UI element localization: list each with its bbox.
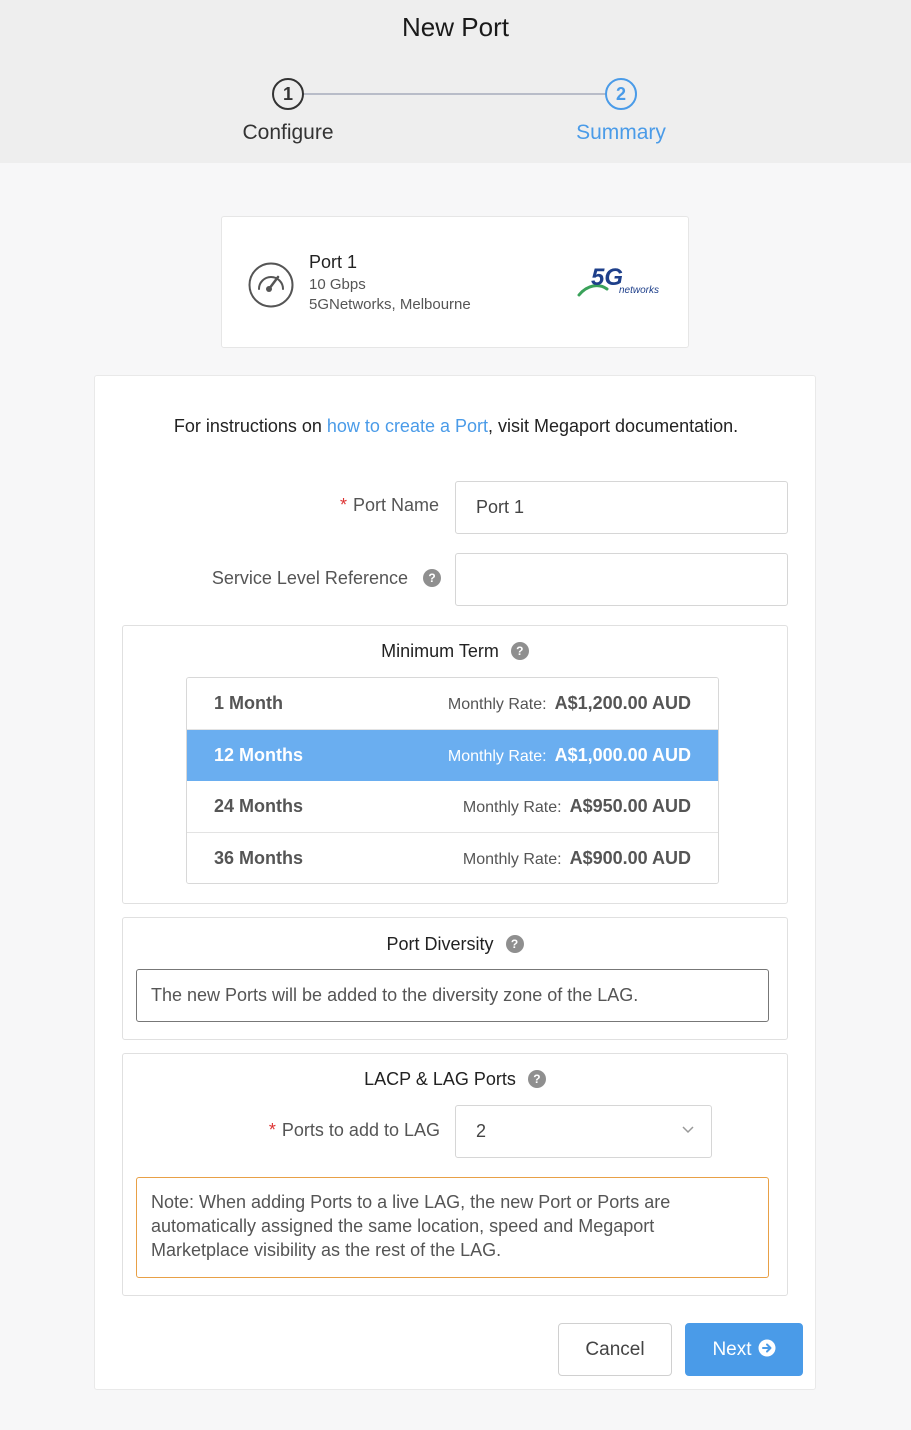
step-2-indicator[interactable]: 2 bbox=[605, 78, 637, 110]
step-1-indicator[interactable]: 1 bbox=[272, 78, 304, 110]
help-icon[interactable]: ? bbox=[423, 569, 441, 587]
port-diversity-title: Port Diversity? bbox=[123, 934, 787, 955]
port-config-form: For instructions on how to create a Port… bbox=[94, 375, 816, 1390]
port-name-input[interactable]: Port 1 bbox=[455, 481, 788, 534]
rate-value: A$900.00 AUD bbox=[569, 847, 691, 868]
diversity-info: The new Ports will be added to the diver… bbox=[136, 969, 769, 1022]
port-diversity-section: Port Diversity? The new Ports will be ad… bbox=[122, 917, 788, 1040]
rate-label: Monthly Rate: bbox=[462, 799, 562, 816]
port-location: 5GNetworks, Melbourne bbox=[309, 296, 471, 313]
page-title: New Port bbox=[402, 12, 509, 42]
required-marker: * bbox=[339, 495, 347, 515]
step-connector bbox=[303, 93, 606, 95]
term-option-1-month[interactable]: 1 Month Monthly Rate: A$1,200.00 AUD bbox=[187, 678, 718, 730]
chevron-down-icon bbox=[682, 1126, 694, 1134]
minimum-term-section: Minimum Term? 1 Month Monthly Rate: A$1,2… bbox=[122, 625, 788, 904]
rate-label: Monthly Rate: bbox=[462, 850, 562, 868]
next-button[interactable]: Next bbox=[685, 1323, 803, 1376]
rate-value: A$1,000.00 AUD bbox=[554, 744, 691, 765]
term-option-24-months[interactable]: 24 Months Monthly Rate: A$950.00 AUD bbox=[187, 781, 718, 833]
svg-text:networks: networks bbox=[619, 285, 659, 296]
arrow-right-circle-icon bbox=[758, 1339, 776, 1357]
help-icon[interactable]: ? bbox=[527, 1070, 546, 1088]
step-configure-label[interactable]: Configure bbox=[188, 121, 388, 145]
help-icon[interactable]: ? bbox=[510, 642, 529, 660]
term-name: 36 Months bbox=[214, 847, 304, 868]
how-to-create-port-link[interactable]: how to create a Port bbox=[327, 416, 488, 436]
required-marker: * bbox=[268, 1120, 276, 1140]
ports-to-add-label: * Ports to add to LAG bbox=[268, 1120, 440, 1140]
minimum-term-title: Minimum Term? bbox=[123, 641, 787, 662]
lacp-lag-section: LACP & LAG Ports? * Ports to add to LAG 2… bbox=[122, 1053, 788, 1296]
step-summary-label[interactable]: Summary bbox=[521, 121, 721, 145]
ports-to-add-select[interactable]: 2 bbox=[455, 1105, 712, 1158]
term-options-list: 1 Month Monthly Rate: A$1,200.00 AUD 12 M… bbox=[186, 677, 719, 884]
port-summary-card: Port 1 10 Gbps 5GNetworks, Melbourne 5G … bbox=[221, 216, 689, 348]
rate-value: A$950.00 AUD bbox=[569, 796, 691, 816]
term-name: 12 Months bbox=[214, 744, 304, 765]
speedometer-icon bbox=[248, 262, 294, 308]
lacp-lag-title: LACP & LAG Ports? bbox=[123, 1069, 787, 1090]
help-icon[interactable]: ? bbox=[505, 935, 524, 953]
port-name: Port 1 bbox=[309, 252, 358, 272]
service-level-input[interactable] bbox=[455, 553, 788, 606]
service-level-label: Service Level Reference ? bbox=[155, 568, 441, 589]
port-speed: 10 Gbps bbox=[309, 276, 366, 293]
term-name: 1 Month bbox=[214, 693, 283, 713]
rate-label: Monthly Rate: bbox=[447, 747, 547, 765]
port-name-label: * Port Name bbox=[339, 495, 439, 515]
lag-note: Note: When adding Ports to a live LAG, t… bbox=[136, 1177, 769, 1278]
rate-label: Monthly Rate: bbox=[447, 696, 547, 713]
term-name: 24 Months bbox=[214, 796, 304, 816]
term-option-12-months[interactable]: 12 Months Monthly Rate: A$1,000.00 AUD bbox=[187, 729, 718, 781]
rate-value: A$1,200.00 AUD bbox=[554, 693, 691, 713]
wizard-header: New Port 1 2 Configure Summary bbox=[0, 0, 911, 163]
instructions-text: For instructions on how to create a Port… bbox=[173, 416, 739, 436]
cancel-button[interactable]: Cancel bbox=[558, 1323, 672, 1376]
term-option-36-months[interactable]: 36 Months Monthly Rate: A$900.00 AUD bbox=[187, 832, 718, 883]
5gnetworks-logo: 5G networks bbox=[577, 264, 659, 297]
